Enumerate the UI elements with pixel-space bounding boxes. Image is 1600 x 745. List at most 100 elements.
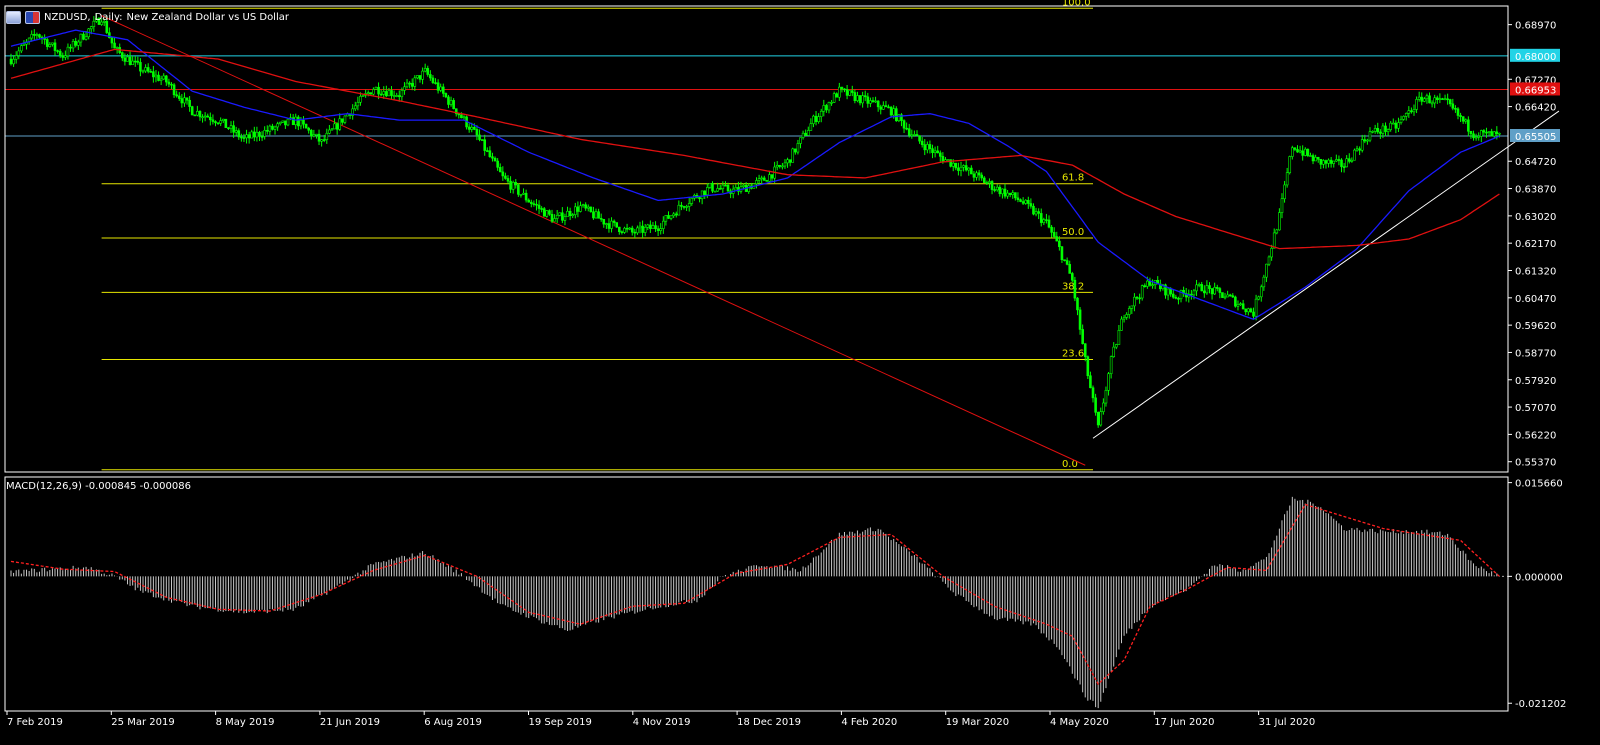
candle-body <box>312 134 316 137</box>
macd-signal-line[interactable] <box>10 503 1500 686</box>
candle-body <box>1435 97 1439 100</box>
candle-body <box>1034 211 1038 215</box>
candle-body <box>630 227 634 233</box>
symbol-flag-icon[interactable] <box>25 10 40 24</box>
candle-body <box>788 159 792 163</box>
candle-body <box>128 56 132 66</box>
candle-body <box>196 111 199 116</box>
candle-body <box>1423 98 1426 102</box>
candle-body <box>297 116 300 127</box>
candle-body <box>504 175 507 179</box>
candle-body <box>1003 188 1007 197</box>
candle-body <box>294 116 298 126</box>
candle-body <box>123 57 127 62</box>
candle-body <box>1016 197 1020 200</box>
candle-body <box>887 106 890 109</box>
candle-body <box>1195 284 1198 292</box>
candle-body <box>1096 411 1100 426</box>
candle-body <box>1045 219 1048 221</box>
candle-body <box>190 106 194 116</box>
candle-body <box>359 96 362 103</box>
candle-body <box>392 95 396 97</box>
candle-body <box>1006 192 1009 197</box>
candle-body <box>131 60 134 66</box>
candle-body <box>1001 188 1004 195</box>
candle-body <box>335 123 339 130</box>
candle-body <box>721 184 725 190</box>
candle-body <box>221 118 225 121</box>
candle-body <box>620 231 624 234</box>
candle-body <box>1019 199 1022 202</box>
candle-body <box>674 213 678 216</box>
candle-body <box>185 97 189 101</box>
candle-body <box>1332 160 1336 164</box>
candle-body <box>832 93 836 103</box>
candle-body <box>1052 232 1056 237</box>
macd-pane[interactable] <box>10 496 1508 709</box>
candle-body <box>149 71 153 73</box>
candle-body <box>1355 148 1359 151</box>
macd-tick-label: -0.021202 <box>1515 699 1566 710</box>
candle-body <box>1288 156 1292 174</box>
candle-body <box>201 116 204 119</box>
candle-body <box>1197 284 1201 286</box>
candle-body <box>110 37 114 44</box>
candle-body <box>1347 158 1351 162</box>
candle-body <box>711 183 714 192</box>
candle-body <box>1296 149 1299 153</box>
candle-body <box>817 116 820 122</box>
candle-body <box>1138 297 1141 300</box>
trendline-down[interactable] <box>101 15 1086 466</box>
candle-body <box>1267 256 1271 265</box>
candle-body <box>532 203 536 205</box>
candle-body <box>1363 139 1367 142</box>
candle-body <box>563 216 567 221</box>
candle-body <box>1174 296 1178 299</box>
candle-body <box>993 189 996 191</box>
candle-body <box>1241 303 1245 310</box>
candle-body <box>801 132 805 138</box>
candle-body <box>1417 96 1421 100</box>
chart-window-icon[interactable] <box>6 10 21 24</box>
candle-body <box>281 120 285 123</box>
candle-body <box>1433 97 1436 104</box>
candle-body <box>183 97 186 104</box>
candle-body <box>664 215 668 222</box>
candle-body <box>680 204 683 207</box>
price-tick-label: 0.64720 <box>1515 157 1556 168</box>
candle-body <box>1055 236 1059 242</box>
chart-description: New Zealand Dollar vs US Dollar <box>126 11 289 23</box>
candle-body <box>905 127 908 130</box>
candle-body <box>431 77 435 83</box>
candle-body <box>271 125 274 130</box>
moving-average-slow[interactable] <box>10 48 1500 250</box>
moving-average-fast[interactable] <box>10 29 1500 321</box>
candle-body <box>439 86 442 91</box>
candle-body <box>1337 159 1341 161</box>
candle-body <box>770 174 774 179</box>
candle-body <box>473 126 476 130</box>
chart-canvas[interactable]: 100.061.850.038.223.60.0 0.689700.672700… <box>0 0 1600 745</box>
price-pane[interactable]: 100.061.850.038.223.60.0 <box>5 0 1560 471</box>
candle-body <box>1215 287 1219 289</box>
candle-body <box>240 136 243 139</box>
candle-body <box>1327 159 1330 164</box>
candle-body <box>30 34 34 39</box>
candle-body <box>322 139 326 141</box>
candle-body <box>884 105 888 108</box>
candle-body <box>755 180 758 185</box>
candle-body <box>146 67 150 72</box>
price-tick-label: 0.63020 <box>1515 212 1556 223</box>
candle-body <box>879 106 883 110</box>
candle-body <box>121 52 124 59</box>
candle-body <box>485 150 489 152</box>
candle-body <box>265 130 269 132</box>
candle-body <box>1259 286 1263 298</box>
candle-body <box>307 127 310 131</box>
candle-body <box>61 55 65 58</box>
candle-body <box>299 119 303 127</box>
candle-body <box>1094 397 1097 413</box>
candle-body <box>136 60 140 63</box>
date-tick-label: 8 May 2019 <box>216 717 275 728</box>
candle-body <box>698 197 701 200</box>
